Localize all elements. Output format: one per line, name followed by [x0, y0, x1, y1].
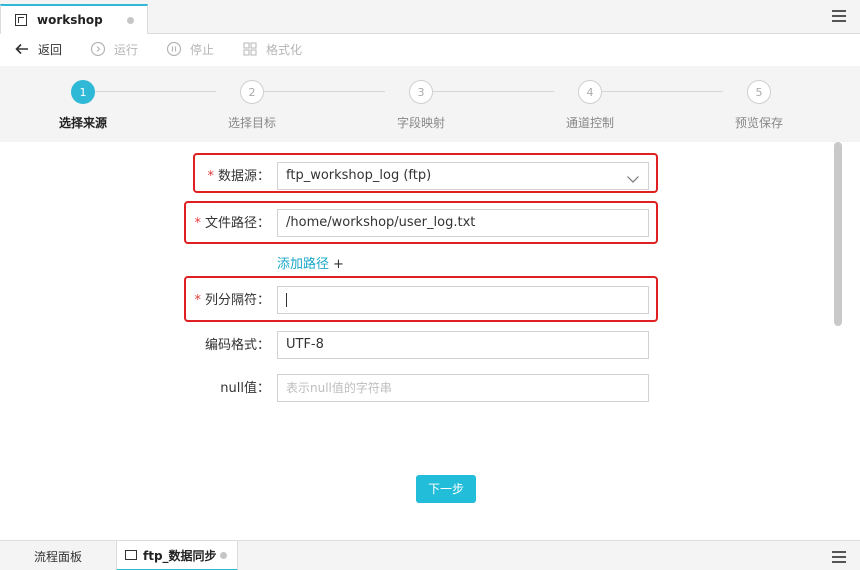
scrollbar-thumb[interactable] [834, 142, 842, 326]
filepath-value: /home/workshop/user_log.txt [286, 215, 476, 230]
sync-task-icon [125, 550, 137, 560]
step-2: 2 选择目标 [202, 80, 302, 131]
chevron-down-icon [626, 170, 640, 184]
text-cursor [286, 292, 287, 307]
stop-button[interactable]: 停止 [166, 41, 214, 58]
delimiter-row: * 列分隔符： [0, 286, 860, 316]
null-input[interactable]: 表示null值的字符串 [277, 374, 649, 402]
step-number: 5 [747, 80, 771, 104]
menu-icon[interactable] [832, 10, 846, 22]
required-mark: * [207, 169, 214, 184]
tab-flow-panel[interactable]: 流程面板 [0, 541, 116, 570]
encoding-row: 编码格式： UTF-8 [0, 331, 860, 361]
step-number: 4 [578, 80, 602, 104]
required-mark: * [194, 293, 201, 308]
add-path-link[interactable]: 添加路径 + [277, 253, 344, 272]
plus-icon: + [333, 257, 344, 272]
null-row: null值： 表示null值的字符串 [0, 374, 860, 404]
run-label: 运行 [114, 42, 139, 57]
next-step-button[interactable]: 下一步 [416, 475, 476, 503]
top-tab-bar: workshop [0, 0, 860, 34]
null-placeholder: 表示null值的字符串 [286, 381, 392, 395]
filepath-label: * 文件路径： [194, 209, 270, 239]
back-label: 返回 [38, 42, 63, 57]
step-label: 预览保存 [734, 116, 783, 130]
filepath-label-text: 文件路径： [204, 216, 270, 231]
datasource-value: ftp_workshop_log (ftp) [286, 168, 432, 183]
tab-ftp-sync[interactable]: ftp_数据同步 [116, 541, 238, 570]
step-number: 1 [71, 80, 95, 104]
app-window: workshop 返回 运行 停止 格式化 1 选择来源 2 选择目标 3 字段… [0, 0, 860, 570]
step-wizard: 1 选择来源 2 选择目标 3 字段映射 4 通道控制 5 预览保存 [0, 66, 860, 142]
back-button[interactable]: 返回 [14, 41, 62, 58]
delimiter-label: * 列分隔符： [194, 286, 270, 316]
step-label: 选择目标 [227, 116, 276, 130]
bottom-tab-bar: 流程面板 ftp_数据同步 [0, 540, 860, 570]
format-button[interactable]: 格式化 [242, 41, 302, 58]
toolbar: 返回 运行 停止 格式化 [0, 34, 860, 64]
step-label: 字段映射 [396, 116, 445, 130]
grid-icon [242, 41, 258, 57]
step-number: 3 [409, 80, 433, 104]
datasource-select[interactable]: ftp_workshop_log (ftp) [277, 162, 649, 190]
step-label: 选择来源 [58, 116, 107, 130]
encoding-input[interactable]: UTF-8 [277, 331, 649, 359]
encoding-label: 编码格式： [204, 338, 270, 353]
format-label: 格式化 [266, 42, 303, 57]
step-3: 3 字段映射 [371, 80, 471, 131]
step-number: 2 [240, 80, 264, 104]
run-button[interactable]: 运行 [90, 41, 138, 58]
workflow-icon [15, 14, 27, 26]
step-1: 1 选择来源 [33, 80, 133, 131]
delimiter-input[interactable] [277, 286, 649, 314]
ftp-sync-label: ftp_数据同步 [143, 548, 217, 563]
filepath-row: * 文件路径： /home/workshop/user_log.txt [0, 209, 860, 239]
tab-status-dot[interactable] [219, 551, 227, 559]
step-4: 4 通道控制 [540, 80, 640, 131]
step-5: 5 预览保存 [709, 80, 809, 131]
datasource-label-text: 数据源： [217, 169, 270, 184]
tab-status-dot[interactable] [127, 17, 134, 24]
stop-label: 停止 [190, 42, 215, 57]
datasource-row: * 数据源： ftp_workshop_log (ftp) [0, 162, 860, 192]
tab-title: workshop [37, 13, 103, 27]
arrow-left-icon [14, 41, 30, 57]
filepath-input[interactable]: /home/workshop/user_log.txt [277, 209, 649, 237]
datasource-label: * 数据源： [207, 162, 270, 192]
bottom-menu-icon[interactable] [832, 551, 846, 563]
flow-panel-label: 流程面板 [33, 549, 82, 564]
step-label: 通道控制 [565, 116, 614, 130]
delimiter-label-text: 列分隔符： [204, 293, 270, 308]
play-circle-icon [90, 41, 106, 57]
add-path-label: 添加路径 [277, 257, 330, 272]
pause-circle-icon [166, 41, 182, 57]
encoding-value: UTF-8 [286, 337, 324, 352]
required-mark: * [194, 216, 201, 231]
tab-workshop[interactable]: workshop [0, 4, 148, 34]
null-label: null值： [220, 381, 270, 396]
